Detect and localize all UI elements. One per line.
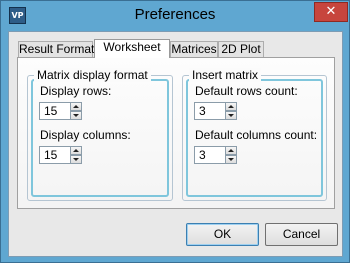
matrix-display-group: Matrix display format Display rows: 15 D… [27, 68, 173, 201]
window-title: Preferences [134, 6, 216, 23]
spin-buttons [70, 146, 82, 164]
worksheet-panel: Matrix display format Display rows: 15 D… [17, 57, 335, 209]
spin-buttons [225, 146, 237, 164]
default-columns-input[interactable]: 3 [194, 146, 226, 164]
default-columns-spinner: 3 [194, 146, 237, 164]
tab-2d-plot[interactable]: 2D Plot [218, 41, 264, 57]
display-columns-input[interactable]: 15 [39, 146, 71, 164]
preferences-window: VP Preferences ✕ Result Format Worksheet… [0, 0, 350, 263]
arrow-up-icon [228, 105, 234, 108]
display-columns-label: Display columns: [40, 128, 131, 142]
dialog-body: Result Format Worksheet Matrices 2D Plot… [8, 31, 343, 257]
spin-buttons [70, 102, 82, 120]
default-rows-spinner: 3 [194, 102, 237, 120]
tab-matrices[interactable]: Matrices [170, 41, 218, 57]
close-button[interactable]: ✕ [314, 2, 348, 22]
decrement-button[interactable] [70, 155, 82, 164]
tab-result-format[interactable]: Result Format [18, 41, 94, 57]
increment-button[interactable] [70, 146, 82, 155]
default-rows-input[interactable]: 3 [194, 102, 226, 120]
default-columns-label: Default columns count: [195, 128, 318, 142]
title-bar[interactable]: VP Preferences ✕ [1, 1, 349, 31]
arrow-down-icon [73, 158, 79, 161]
tab-worksheet[interactable]: Worksheet [94, 39, 170, 58]
decrement-button[interactable] [225, 155, 237, 164]
group-title: Matrix display format [34, 68, 151, 82]
default-rows-label: Default rows count: [195, 84, 298, 98]
ok-button[interactable]: OK [186, 223, 259, 246]
display-rows-input[interactable]: 15 [39, 102, 71, 120]
increment-button[interactable] [70, 102, 82, 111]
arrow-down-icon [73, 114, 79, 117]
display-columns-spinner: 15 [39, 146, 82, 164]
insert-matrix-group: Insert matrix Default rows count: 3 Defa… [182, 68, 327, 201]
increment-button[interactable] [225, 102, 237, 111]
arrow-down-icon [228, 114, 234, 117]
spin-buttons [225, 102, 237, 120]
increment-button[interactable] [225, 146, 237, 155]
arrow-down-icon [228, 158, 234, 161]
arrow-up-icon [73, 105, 79, 108]
group-title: Insert matrix [189, 68, 262, 82]
display-rows-spinner: 15 [39, 102, 82, 120]
arrow-up-icon [73, 149, 79, 152]
decrement-button[interactable] [225, 111, 237, 120]
cancel-button[interactable]: Cancel [265, 223, 338, 246]
decrement-button[interactable] [70, 111, 82, 120]
arrow-up-icon [228, 149, 234, 152]
display-rows-label: Display rows: [40, 84, 112, 98]
